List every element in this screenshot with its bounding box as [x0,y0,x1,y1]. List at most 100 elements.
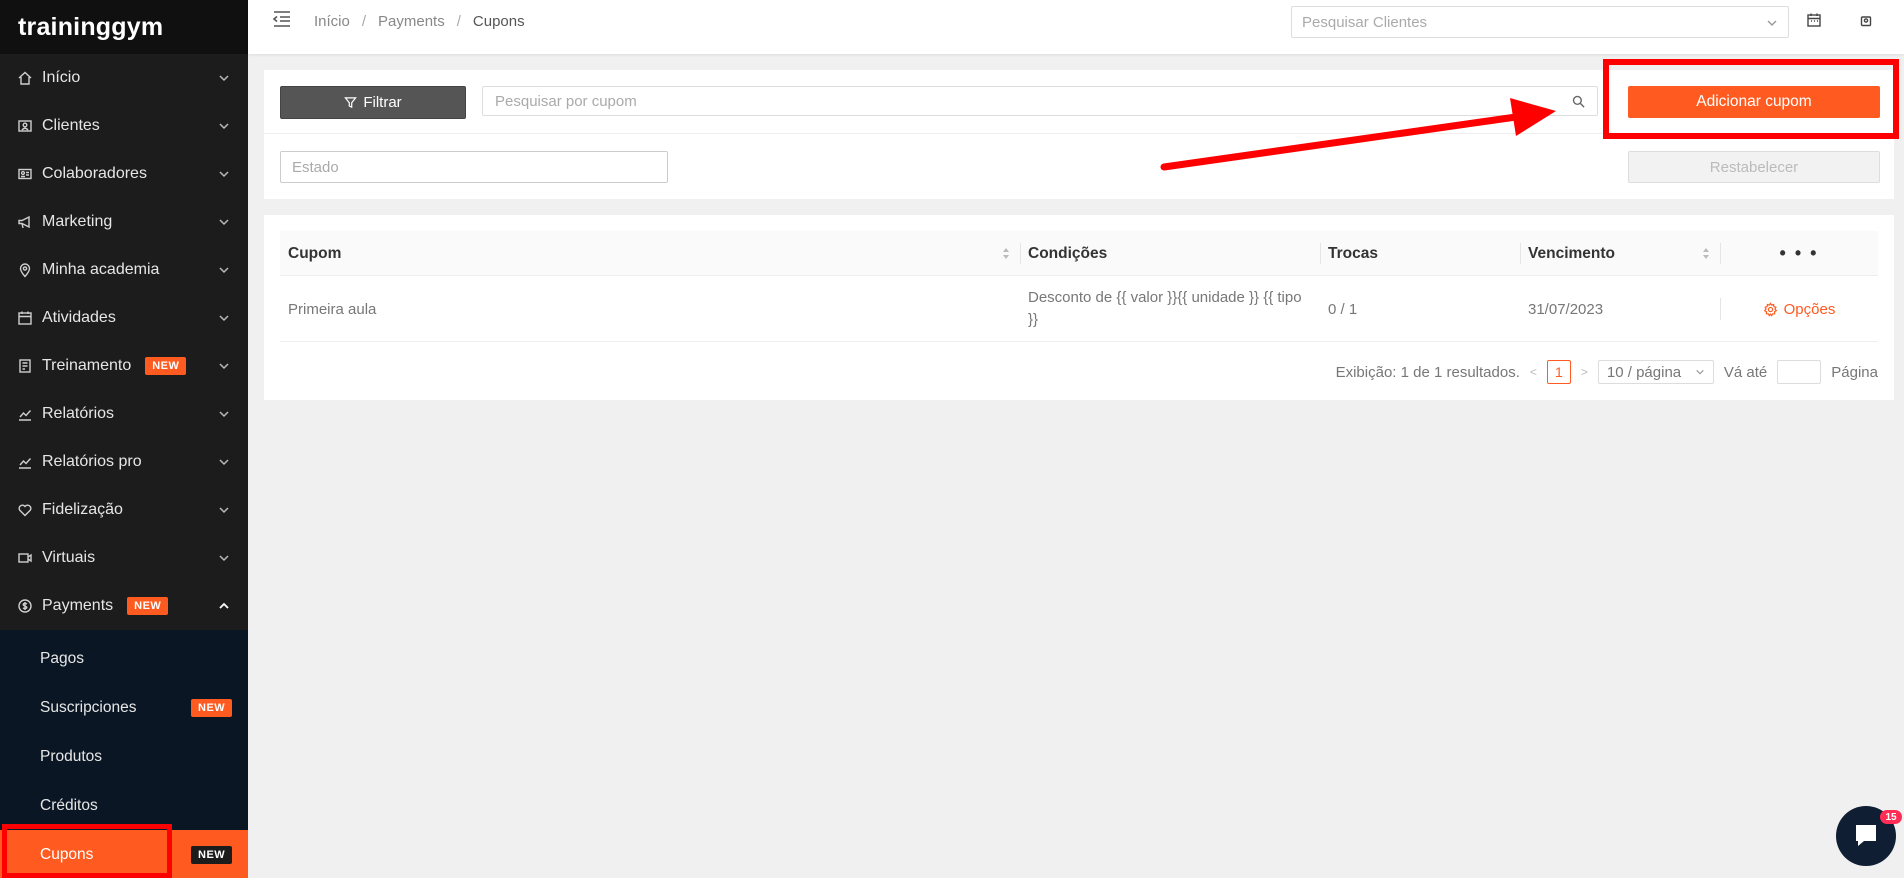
filter-panel: Filtrar Pesquisar por cupom Adicionar cu… [264,70,1894,199]
sidebar-item-fidelizacao[interactable]: Fidelização [0,486,248,534]
sidebar-item-label: Início [42,69,81,86]
sidebar-item-label: Produtos [40,747,103,765]
new-badge: NEW [127,597,169,615]
column-header-more[interactable]: • • • [1720,231,1878,276]
sidebar-subitem-creditos[interactable]: Créditos [0,781,248,830]
coupons-table-panel: Cupom Condições Trocas Vencimento • • • … [264,215,1894,400]
new-badge: NEW [191,845,233,864]
breadcrumb: Início / Payments / Cupons [314,13,525,30]
options-label: Opções [1783,300,1836,318]
line-chart-icon [16,405,34,423]
sidebar-item-label: Pagos [40,649,84,667]
menu-collapse-icon[interactable] [272,10,292,28]
page-size-select[interactable]: 10 / página [1597,360,1714,384]
new-badge: NEW [145,357,187,375]
column-header-label: Vencimento [1528,244,1615,262]
cell-cupom: Primeira aula [288,300,377,318]
filter-button[interactable]: Filtrar [280,86,466,119]
sidebar-item-relatorios[interactable]: Relatórios [0,390,248,438]
estado-select[interactable]: Estado [280,151,668,183]
topbar: Início / Payments / Cupons Pesquisar Cli… [248,0,1904,54]
dollar-circle-icon [16,597,34,615]
sidebar-item-label: Marketing [42,213,113,230]
sidebar-item-label: Clientes [42,117,100,134]
next-page-icon[interactable]: > [1581,365,1588,379]
prev-page-icon[interactable]: < [1530,365,1537,379]
sidebar-item-label: Cupons [40,845,94,863]
sidebar-item-minha-academia[interactable]: Minha academia [0,246,248,294]
sidebar-subitem-cupons[interactable]: Cupons NEW [0,830,248,878]
reset-button[interactable]: Restabelecer [1628,151,1880,183]
location-pin-icon [16,261,34,279]
new-badge: NEW [191,698,233,717]
options-button[interactable]: Opções [1720,276,1878,342]
coupon-search-input[interactable]: Pesquisar por cupom [482,86,1598,116]
sort-icon[interactable] [1702,246,1710,261]
sidebar-item-virtuais[interactable]: Virtuais [0,534,248,582]
sidebar-item-label: Relatórios [42,405,115,422]
sidebar-item-label: Minha academia [42,261,160,278]
chevron-down-icon [219,459,229,466]
sidebar-item-clientes[interactable]: Clientes [0,102,248,150]
sidebar-item-payments[interactable]: Payments NEW [0,582,248,630]
sidebar-item-marketing[interactable]: Marketing [0,198,248,246]
id-card-icon [16,117,34,135]
sidebar-subitem-suscripciones[interactable]: Suscripciones NEW [0,683,248,732]
client-search-placeholder: Pesquisar Clientes [1302,13,1428,31]
sidebar-item-label: Virtuais [42,549,96,566]
chat-bubble-icon [1856,825,1876,846]
sort-icon[interactable] [1002,246,1010,261]
chevron-down-icon [219,75,229,82]
goto-label: Vá até [1723,363,1768,381]
breadcrumb-inicio[interactable]: Início [314,13,350,30]
breadcrumb-payments[interactable]: Payments [378,13,445,30]
sidebar-item-colaboradores[interactable]: Colaboradores [0,150,248,198]
gear-icon [1763,301,1777,317]
line-chart-icon [16,453,34,471]
chevron-down-icon [219,363,229,370]
chevron-down-icon [219,123,229,130]
goto-page-input[interactable] [1777,360,1822,384]
sidebar-subitem-pagos[interactable]: Pagos [0,634,248,683]
sidebar-item-atividades[interactable]: Atividades [0,294,248,342]
sidebar-menu: Início Clientes Colaboradores Marketing … [0,54,248,630]
chevron-down-icon [219,171,229,178]
add-coupon-button[interactable]: Adicionar cupom [1628,86,1880,118]
chevron-down-icon [1767,20,1777,26]
cell-vencimento: 31/07/2023 [1528,300,1604,318]
filter-icon [344,97,358,109]
page-number-button[interactable]: 1 [1546,360,1571,384]
chevron-down-icon [219,219,229,226]
sidebar-item-treinamento[interactable]: Treinamento NEW [0,342,248,390]
breadcrumb-separator: / [361,13,367,30]
payments-submenu: Pagos Suscripciones NEW Produtos Créditos… [0,630,248,878]
app-logo[interactable]: traininggym [0,0,248,54]
column-header-trocas: Trocas [1320,231,1520,276]
more-icon: • • • [1779,243,1819,263]
sidebar-item-label: Colaboradores [42,165,147,182]
user-icon[interactable] [1860,15,1872,27]
sidebar-item-inicio[interactable]: Início [0,54,248,102]
sidebar-item-label: Suscripciones [40,698,137,716]
column-header-cupom[interactable]: Cupom [280,231,1020,276]
megaphone-icon [16,213,34,231]
cell-trocas: 0 / 1 [1328,300,1358,318]
sidebar-item-label: Créditos [40,796,98,814]
chevron-down-icon [219,315,229,322]
column-header-vencimento[interactable]: Vencimento [1520,231,1720,276]
sidebar-subitem-produtos[interactable]: Produtos [0,732,248,781]
breadcrumb-separator: / [456,13,461,30]
video-icon [16,549,34,567]
table-row[interactable]: Primeira aula Desconto de {{ valor }}{{ … [280,276,1878,342]
sidebar-item-relatorios-pro[interactable]: Relatórios pro [0,438,248,486]
client-search-select[interactable]: Pesquisar Clientes [1291,6,1789,38]
calendar-icon[interactable] [1806,12,1822,28]
sidebar-item-label: Relatórios pro [42,453,142,470]
column-header-condicoes: Condições [1020,231,1320,276]
chevron-down-icon [219,507,229,514]
column-header-label: Condições [1028,244,1108,262]
breadcrumb-cupons: Cupons [472,13,525,30]
sidebar-item-label: Atividades [42,309,116,326]
page-size-value: 10 / página [1606,363,1682,381]
search-icon[interactable] [1572,95,1585,108]
